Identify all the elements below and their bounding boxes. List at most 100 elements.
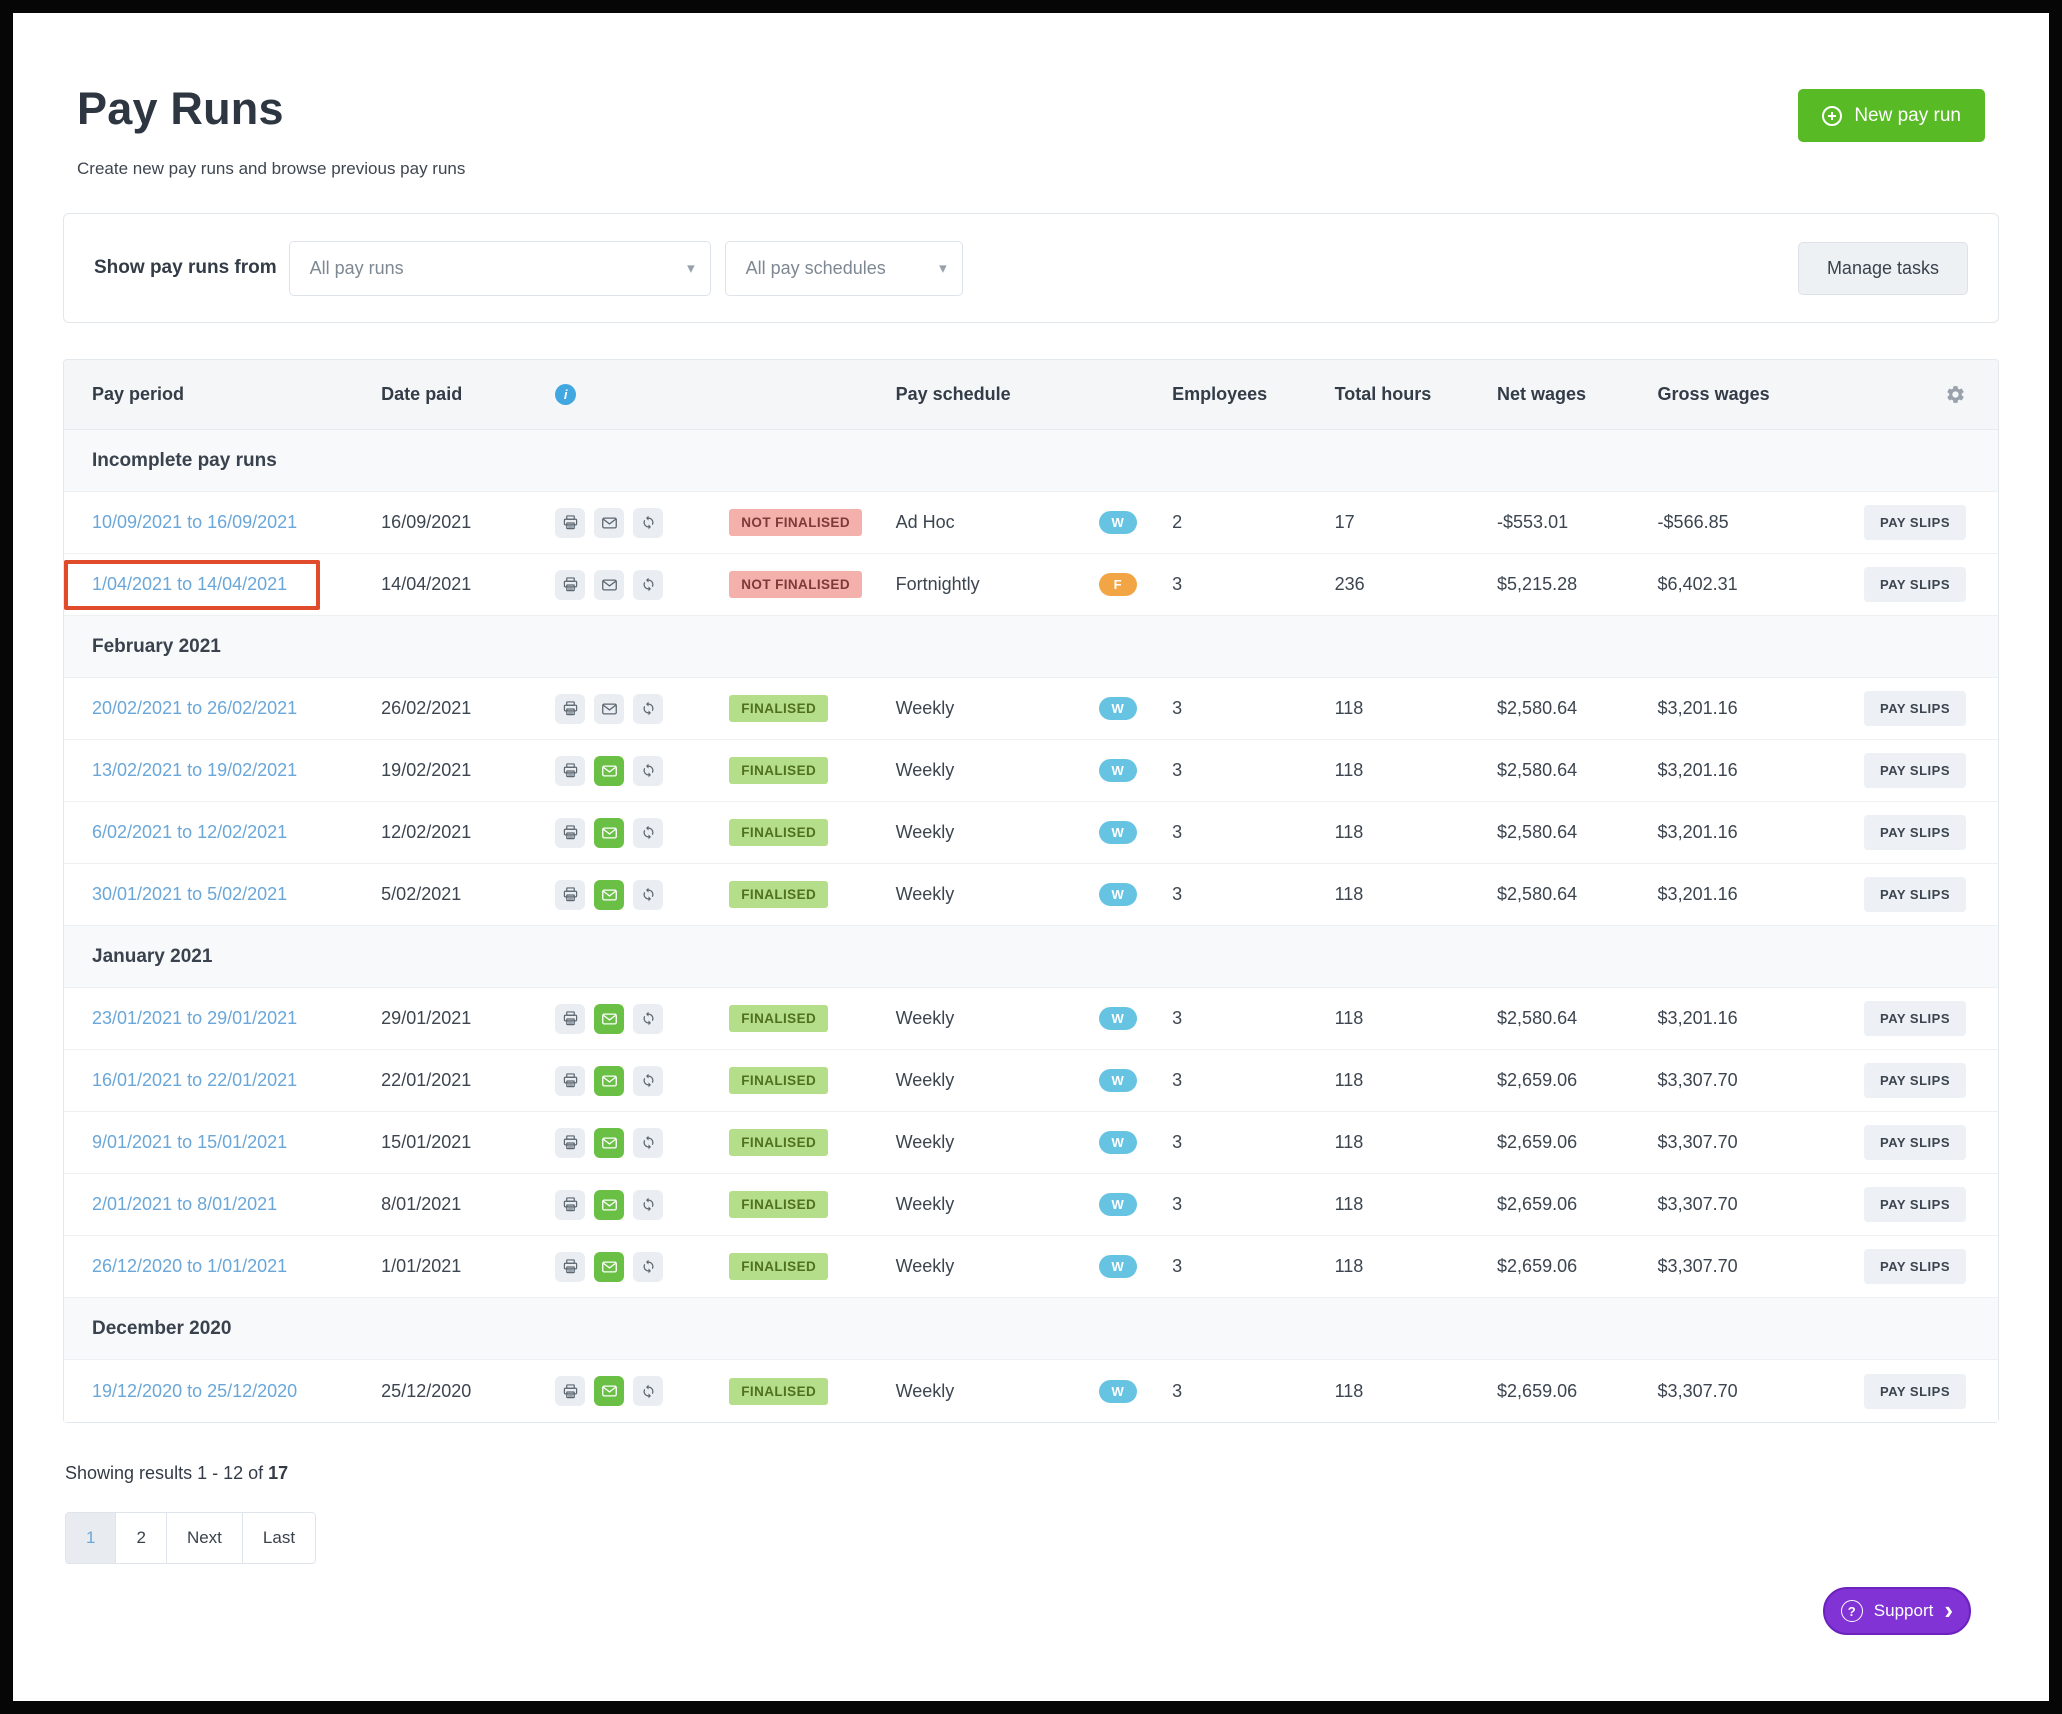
pay-period-link[interactable]: 9/01/2021 to 15/01/2021 <box>92 1132 287 1152</box>
status-badge: NOT FINALISED <box>729 571 862 598</box>
email-icon[interactable] <box>594 1128 624 1158</box>
header-total-hours: Total hours <box>1335 384 1497 405</box>
pay-period-link[interactable]: 6/02/2021 to 12/02/2021 <box>92 822 287 842</box>
email-icon[interactable] <box>594 1190 624 1220</box>
page-title: Pay Runs <box>77 83 465 135</box>
row-actions-icons <box>555 694 729 724</box>
email-icon[interactable] <box>594 756 624 786</box>
pay-slips-button[interactable]: PAY SLIPS <box>1864 877 1966 912</box>
journal-icon[interactable] <box>555 570 585 600</box>
section-header: Incomplete pay runs <box>64 430 1998 492</box>
new-pay-run-button[interactable]: New pay run <box>1798 89 1985 142</box>
journal-icon[interactable] <box>555 818 585 848</box>
email-icon[interactable] <box>594 880 624 910</box>
gross-wages: $3,201.16 <box>1658 698 1851 719</box>
pay-slips-button[interactable]: PAY SLIPS <box>1864 1063 1966 1098</box>
pay-slips-button[interactable]: PAY SLIPS <box>1864 505 1966 540</box>
page-subtitle: Create new pay runs and browse previous … <box>77 159 465 179</box>
journal-icon[interactable] <box>555 1252 585 1282</box>
refresh-icon[interactable] <box>633 756 663 786</box>
pay-period-link[interactable]: 30/01/2021 to 5/02/2021 <box>92 884 287 904</box>
header-info-cell: i <box>555 384 729 405</box>
gross-wages: $6,402.31 <box>1658 574 1851 595</box>
journal-icon[interactable] <box>555 1066 585 1096</box>
email-icon[interactable] <box>594 818 624 848</box>
date-paid-text: 5/02/2021 <box>381 884 555 905</box>
pagination-next[interactable]: Next <box>167 1513 243 1563</box>
pay-slips-button[interactable]: PAY SLIPS <box>1864 753 1966 788</box>
refresh-icon[interactable] <box>633 880 663 910</box>
journal-icon[interactable] <box>555 694 585 724</box>
pay-schedule-text: Weekly <box>896 1256 1099 1277</box>
email-icon[interactable] <box>594 1252 624 1282</box>
pagination-last[interactable]: Last <box>243 1513 315 1563</box>
refresh-icon[interactable] <box>633 570 663 600</box>
pay-period-link[interactable]: 1/04/2021 to 14/04/2021 <box>92 574 287 594</box>
section-header: January 2021 <box>64 926 1998 988</box>
email-icon[interactable] <box>594 508 624 538</box>
journal-icon[interactable] <box>555 756 585 786</box>
refresh-icon[interactable] <box>633 508 663 538</box>
table-row: 10/09/2021 to 16/09/2021 16/09/2021 NOT … <box>64 492 1998 554</box>
refresh-icon[interactable] <box>633 1376 663 1406</box>
journal-icon[interactable] <box>555 1128 585 1158</box>
pay-slips-button[interactable]: PAY SLIPS <box>1864 1125 1966 1160</box>
pay-slips-button[interactable]: PAY SLIPS <box>1864 691 1966 726</box>
journal-icon[interactable] <box>555 1376 585 1406</box>
refresh-icon[interactable] <box>633 1128 663 1158</box>
settings-gear-icon[interactable] <box>1945 384 1966 405</box>
support-button[interactable]: ? Support › <box>1823 1587 1971 1635</box>
pay-period-link[interactable]: 19/12/2020 to 25/12/2020 <box>92 1381 297 1401</box>
pagination-page-1[interactable]: 1 <box>66 1513 116 1563</box>
net-wages: $2,580.64 <box>1497 1008 1658 1029</box>
journal-icon[interactable] <box>555 1190 585 1220</box>
email-icon[interactable] <box>594 694 624 724</box>
email-icon[interactable] <box>594 1004 624 1034</box>
refresh-icon[interactable] <box>633 1066 663 1096</box>
pay-period-link[interactable]: 13/02/2021 to 19/02/2021 <box>92 760 297 780</box>
total-hours: 118 <box>1335 1381 1497 1402</box>
frequency-badge: W <box>1099 1380 1137 1403</box>
pay-period-link[interactable]: 23/01/2021 to 29/01/2021 <box>92 1008 297 1028</box>
refresh-icon[interactable] <box>633 1004 663 1034</box>
refresh-icon[interactable] <box>633 694 663 724</box>
email-icon[interactable] <box>594 1066 624 1096</box>
pay-period-link[interactable]: 20/02/2021 to 26/02/2021 <box>92 698 297 718</box>
table-row: 30/01/2021 to 5/02/2021 5/02/2021 FINALI… <box>64 864 1998 926</box>
net-wages: -$553.01 <box>1497 512 1658 533</box>
refresh-icon[interactable] <box>633 818 663 848</box>
pay-slips-button[interactable]: PAY SLIPS <box>1864 1001 1966 1036</box>
header-date-paid: Date paid <box>381 384 555 405</box>
refresh-icon[interactable] <box>633 1190 663 1220</box>
pay-slips-button[interactable]: PAY SLIPS <box>1864 1187 1966 1222</box>
journal-icon[interactable] <box>555 1004 585 1034</box>
email-icon[interactable] <box>594 1376 624 1406</box>
status-badge: FINALISED <box>729 881 828 908</box>
pay-slips-button[interactable]: PAY SLIPS <box>1864 815 1966 850</box>
header-actions-cell <box>1851 384 1998 405</box>
pay-schedule-text: Weekly <box>896 698 1099 719</box>
employees-count: 3 <box>1172 884 1334 905</box>
manage-tasks-button[interactable]: Manage tasks <box>1798 242 1968 295</box>
pay-period-link[interactable]: 10/09/2021 to 16/09/2021 <box>92 512 297 532</box>
pay-schedule-text: Weekly <box>896 1194 1099 1215</box>
pay-slips-button[interactable]: PAY SLIPS <box>1864 567 1966 602</box>
pay-period-link[interactable]: 16/01/2021 to 22/01/2021 <box>92 1070 297 1090</box>
results-text: Showing results 1 - 12 of <box>65 1463 263 1483</box>
email-icon[interactable] <box>594 570 624 600</box>
support-label: Support <box>1874 1601 1934 1621</box>
pay-period-link[interactable]: 26/12/2020 to 1/01/2021 <box>92 1256 287 1276</box>
pay-slips-button[interactable]: PAY SLIPS <box>1864 1249 1966 1284</box>
pay-slips-button[interactable]: PAY SLIPS <box>1864 1374 1966 1409</box>
employees-count: 3 <box>1172 698 1334 719</box>
pay-schedule-text: Weekly <box>896 1070 1099 1091</box>
pay-runs-filter-select[interactable]: All pay runs ▾ <box>289 241 711 296</box>
pagination-page-2[interactable]: 2 <box>116 1513 166 1563</box>
row-actions-icons <box>555 1252 729 1282</box>
journal-icon[interactable] <box>555 880 585 910</box>
refresh-icon[interactable] <box>633 1252 663 1282</box>
pay-schedule-filter-select[interactable]: All pay schedules ▾ <box>725 241 963 296</box>
pay-period-link[interactable]: 2/01/2021 to 8/01/2021 <box>92 1194 277 1214</box>
info-icon[interactable]: i <box>555 384 576 405</box>
journal-icon[interactable] <box>555 508 585 538</box>
